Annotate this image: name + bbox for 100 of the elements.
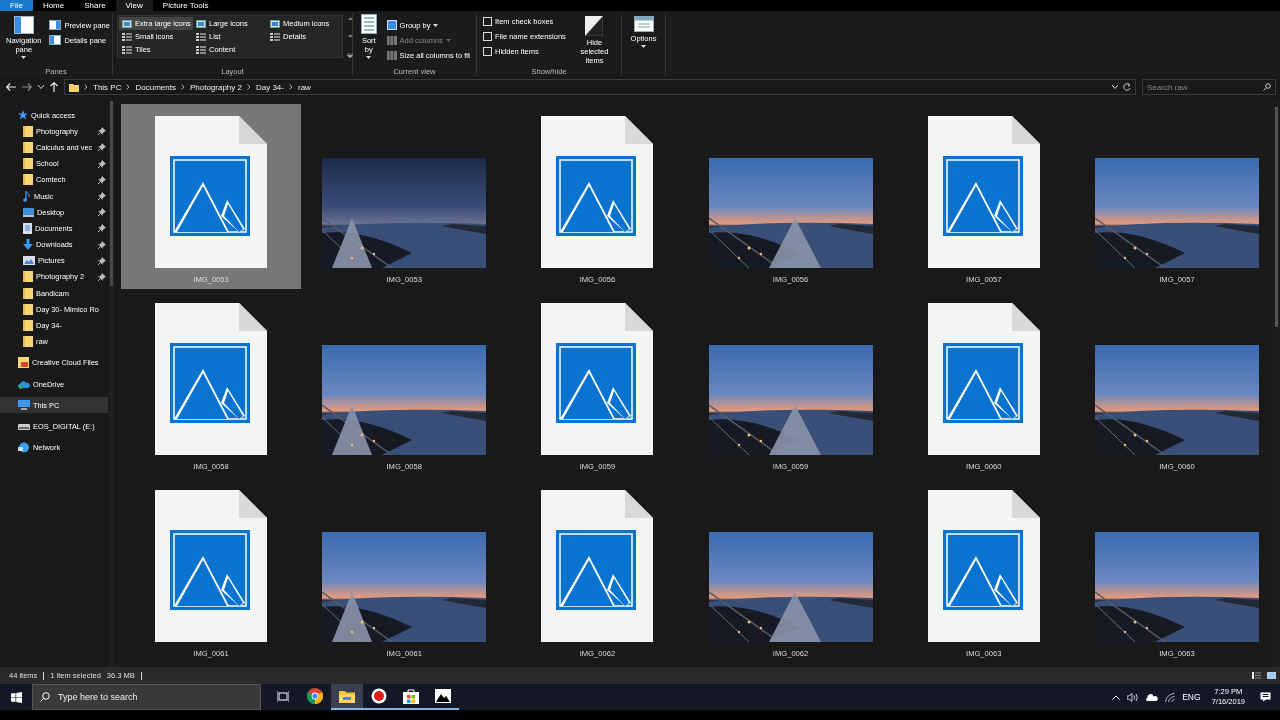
breadcrumb[interactable]: Photography 2 (189, 82, 242, 92)
ribbon-tab[interactable]: Share (74, 0, 116, 11)
caret-icon (433, 23, 439, 27)
view-layout-icon (122, 45, 132, 54)
breadcrumb[interactable]: Day 34- (255, 82, 284, 92)
search-icon (40, 692, 50, 702)
cloud-icon (18, 379, 30, 389)
image-file-icon (541, 303, 654, 455)
breadcrumb[interactable]: This PC (93, 82, 122, 92)
pin-icon (98, 143, 106, 152)
recent-caret-icon (38, 85, 44, 89)
image-file-icon (541, 490, 654, 642)
photos-icon (435, 689, 451, 703)
folder-icon (23, 271, 33, 283)
view-layout-icon (270, 19, 280, 28)
scrollbar-thumb[interactable] (1274, 107, 1278, 327)
checkbox[interactable] (483, 31, 492, 41)
language-indicator[interactable]: ENG (1182, 692, 1201, 702)
checkbox[interactable] (483, 16, 492, 26)
pin-icon (98, 208, 106, 217)
desktop-icon (23, 207, 34, 217)
chevron-icon (126, 84, 131, 90)
expand-icon (347, 53, 353, 58)
chevron-icon (246, 84, 251, 90)
caret-icon (366, 56, 372, 59)
taskbar-app[interactable] (331, 684, 363, 710)
computer-icon (18, 400, 30, 411)
pin-icon (98, 224, 106, 233)
view-layout-icon (196, 45, 206, 54)
details-view-icon (1252, 672, 1261, 679)
folder-icon (23, 320, 33, 332)
caret-icon (21, 56, 27, 59)
sort-icon (360, 14, 377, 34)
folder-icon (23, 158, 33, 170)
forward-icon (22, 83, 32, 91)
pin-icon (98, 272, 106, 281)
scroll-down-icon (347, 35, 353, 38)
chevron-icon (289, 84, 293, 90)
scrollbar-thumb[interactable] (110, 101, 113, 286)
columns-icon (386, 35, 397, 45)
breadcrumb[interactable]: Documents (135, 82, 176, 92)
navigation-pane-icon (13, 16, 34, 34)
record-icon (371, 688, 387, 704)
folder-icon (23, 125, 33, 137)
folder-icon (23, 287, 33, 299)
checkbox[interactable] (483, 46, 492, 56)
view-layout-icon (122, 19, 132, 28)
address-bar[interactable]: This PC Documents Photography 2 Day 34- raw (64, 79, 1136, 95)
ribbon-tab[interactable]: Picture Tools (152, 0, 219, 11)
ribbon-tab[interactable]: View (115, 0, 153, 11)
windows-logo-icon (10, 691, 22, 703)
view-layout-icon (196, 32, 206, 41)
pin-icon (98, 127, 106, 136)
pin-icon (98, 240, 106, 249)
image-file-icon (155, 116, 267, 268)
task-view-icon (277, 690, 289, 702)
taskbar-search-field[interactable]: Type here to search (32, 684, 261, 710)
folder-icon (23, 303, 33, 315)
large-icons-view-icon (1267, 672, 1276, 679)
caret-icon (445, 38, 451, 42)
search-field[interactable]: Search raw (1142, 79, 1276, 95)
ribbon-tab[interactable]: File (0, 0, 33, 11)
image-file-icon (155, 303, 267, 455)
options-icon (633, 16, 654, 32)
downloads-icon (23, 239, 33, 251)
caret-icon (641, 45, 646, 48)
pin-icon (98, 175, 106, 184)
documents-icon (23, 222, 32, 234)
folder-icon (23, 141, 33, 153)
speaker-icon (1127, 692, 1140, 702)
back-icon (6, 83, 16, 91)
tray-expand-icon (1112, 694, 1121, 700)
star-icon (18, 110, 28, 121)
pin-icon (98, 256, 106, 265)
folder-icon (339, 689, 355, 703)
details-pane-icon (49, 35, 62, 45)
dropdown-caret-icon (1112, 85, 1118, 89)
drive-icon (18, 422, 30, 430)
chevron-icon (180, 84, 185, 90)
image-file-icon (927, 303, 1040, 455)
image-file-icon (541, 116, 654, 268)
cloud-icon (1146, 693, 1159, 701)
chrome-icon (307, 688, 323, 704)
view-layout-icon (270, 32, 280, 41)
preview-pane-icon (49, 20, 62, 30)
breadcrumb[interactable]: raw (298, 82, 311, 92)
ribbon-tab[interactable]: Home (32, 0, 75, 11)
store-icon (403, 688, 419, 704)
view-layout-icon (196, 19, 206, 28)
chevron-icon (84, 84, 88, 90)
refresh-icon (1123, 83, 1131, 91)
image-file-icon (927, 116, 1040, 268)
pin-icon (98, 192, 106, 201)
columns-icon (386, 50, 397, 60)
group-icon (386, 20, 397, 30)
folder-icon (18, 357, 29, 369)
folder-icon (23, 174, 33, 186)
hide-items-icon (585, 16, 604, 36)
scroll-up-icon (347, 17, 353, 20)
music-icon (23, 190, 31, 202)
